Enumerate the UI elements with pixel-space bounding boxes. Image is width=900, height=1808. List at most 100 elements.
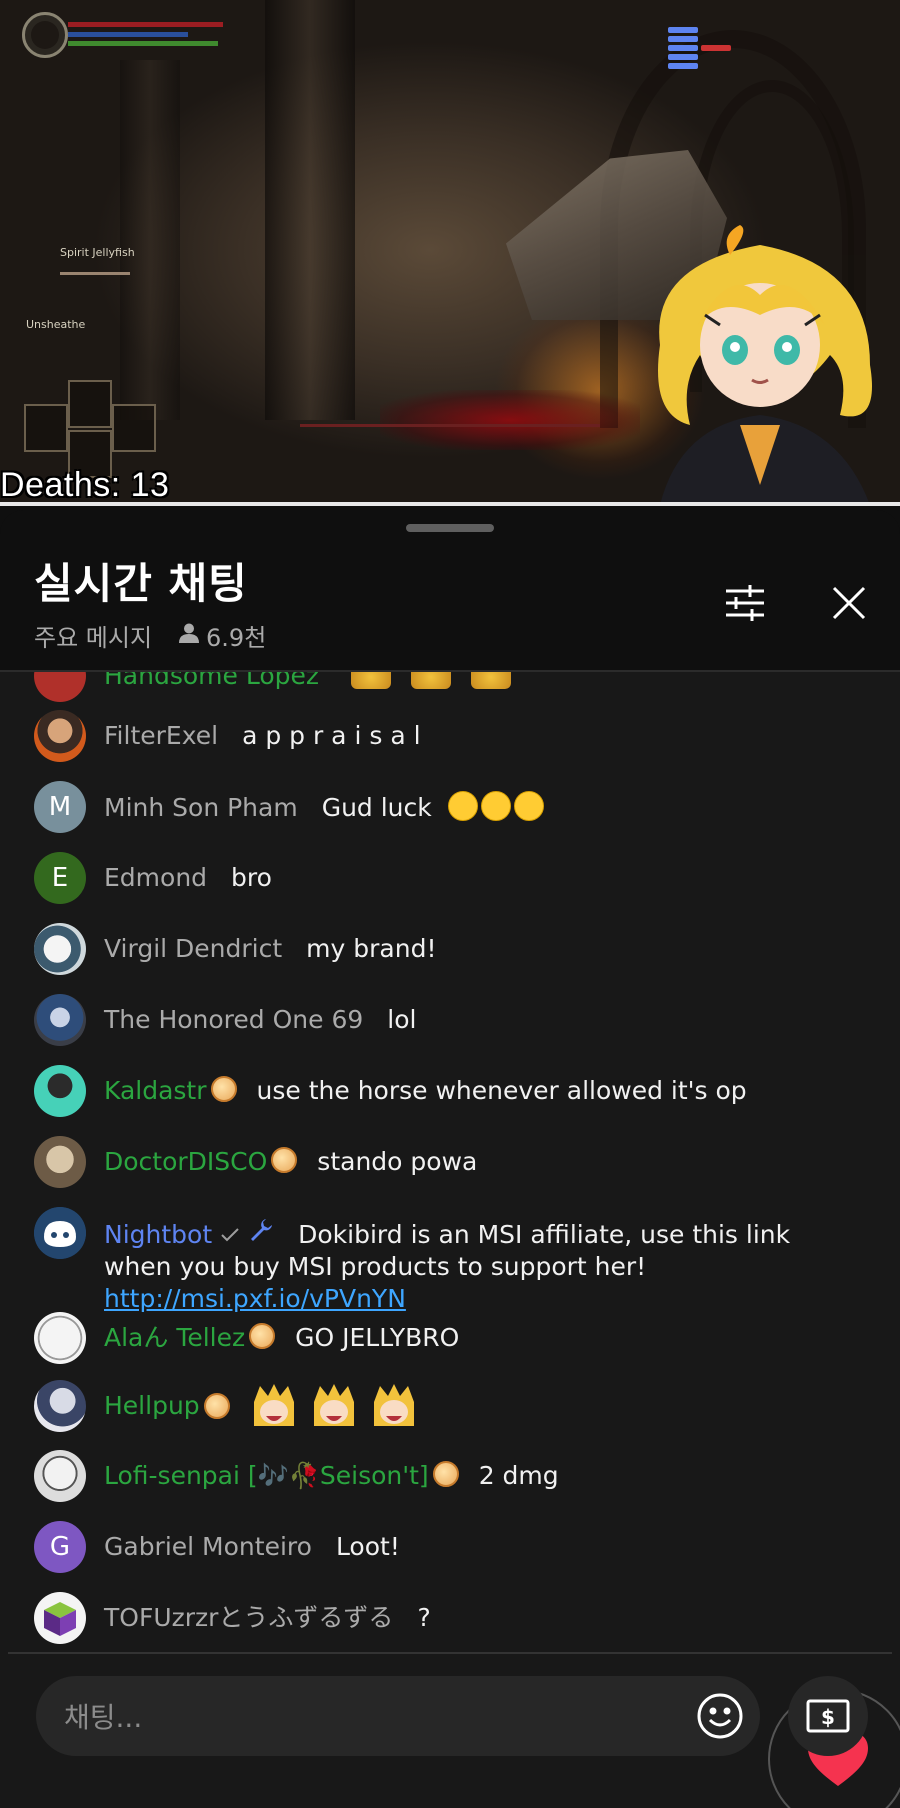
chat-message: Nightbot Dokibird is an MSI affiliate, us… — [34, 1207, 854, 1315]
chat-message: Hellpup — [34, 1380, 854, 1432]
author-name[interactable]: FilterExel — [104, 721, 218, 750]
avatar[interactable] — [34, 994, 86, 1046]
hud-health-bar — [68, 22, 223, 27]
author-name[interactable]: Gabriel Monteiro — [104, 1532, 312, 1561]
game-pillar — [120, 60, 180, 420]
cube-icon — [44, 1602, 76, 1636]
avatar[interactable] — [34, 1312, 86, 1364]
hud-portrait-icon — [22, 12, 68, 58]
emote-icon — [313, 1384, 354, 1426]
chat-input-container — [36, 1676, 760, 1756]
hud-stamina-bar — [68, 41, 218, 46]
vtuber-avatar — [658, 225, 872, 505]
chat-mode-selector[interactable]: 주요 메시지 — [34, 618, 152, 653]
input-divider — [8, 1652, 892, 1654]
message-text: 2 dmg — [478, 1461, 559, 1490]
avatar[interactable] — [34, 1065, 86, 1117]
close-icon[interactable] — [824, 578, 874, 628]
boss-health-bar — [300, 424, 600, 427]
avatar[interactable]: M — [34, 781, 86, 833]
hud-item-slot — [24, 404, 68, 452]
drag-handle[interactable] — [406, 524, 494, 532]
author-name[interactable]: DoctorDISCO — [104, 1147, 267, 1176]
emote-icon — [470, 672, 511, 689]
avatar[interactable] — [34, 1592, 86, 1644]
message-text: a p p r a i s a l — [242, 721, 421, 750]
message-text: bro — [231, 863, 272, 892]
chat-message-list[interactable]: Handsome Lopez FilterExel a p p r a i s a… — [0, 672, 900, 1808]
author-name[interactable]: Hellpup — [104, 1390, 200, 1422]
super-chat-button[interactable]: $ — [788, 1676, 868, 1756]
video-player[interactable]: Spirit Jellyfish Unsheathe Deaths: 13 — [0, 0, 900, 506]
hud-action-label: Unsheathe — [26, 318, 86, 331]
chat-message: Alaん Tellez GO JELLYBRO — [34, 1312, 854, 1364]
author-name[interactable]: Lofi-senpai [🎶🥀Seison't] — [104, 1461, 429, 1490]
super-chat-icon: $ — [806, 1699, 850, 1733]
member-badge-icon — [210, 1076, 237, 1102]
author-name[interactable]: Edmond — [104, 863, 207, 892]
game-blood — [380, 390, 640, 450]
chat-message: FilterExel a p p r a i s a l — [34, 710, 854, 762]
hud-item-label: Spirit Jellyfish — [60, 246, 135, 259]
chat-message: E Edmond bro — [34, 852, 854, 904]
verified-check-icon — [220, 1220, 240, 1249]
avatar[interactable] — [34, 1450, 86, 1502]
author-name[interactable]: Kaldastr — [104, 1076, 207, 1105]
emote-icon — [373, 1384, 414, 1426]
emote-icon — [350, 672, 391, 689]
avatar[interactable] — [34, 923, 86, 975]
chat-message: The Honored One 69 lol — [34, 994, 854, 1046]
member-badge-icon — [432, 1461, 459, 1487]
chat-message: TOFUzrzrとうふずるずる? — [34, 1592, 854, 1644]
chat-message: M Minh Son Pham Gud luck — [34, 781, 854, 833]
svg-text:$: $ — [821, 1705, 835, 1729]
avatar — [34, 672, 86, 702]
chat-subtitle-row: 주요 메시지 6.9천 — [34, 618, 266, 653]
avatar[interactable] — [34, 1380, 86, 1432]
chat-input[interactable] — [62, 1694, 646, 1740]
hud-item-bar — [60, 272, 130, 275]
author-name[interactable]: Handsome Lopez — [104, 672, 319, 690]
author-name[interactable]: TOFUzrzrとうふずるずる — [104, 1603, 393, 1632]
avatar[interactable] — [34, 1207, 86, 1259]
author-name[interactable]: Minh Son Pham — [104, 793, 298, 822]
author-name[interactable]: Alaん Tellez — [104, 1323, 245, 1352]
game-pillar — [265, 0, 355, 420]
chat-message: Lofi-senpai [🎶🥀Seison't] 2 dmg — [34, 1450, 854, 1502]
laughing-emoji-icon — [447, 791, 547, 822]
emote-icon — [253, 1384, 294, 1426]
author-name[interactable]: Nightbot — [104, 1220, 212, 1249]
viewer-count: 6.9천 — [206, 624, 267, 652]
chat-message: Virgil Dendrict my brand! — [34, 923, 854, 975]
message-text: Loot! — [335, 1532, 400, 1561]
message-link[interactable]: http://msi.pxf.io/vPVnYN — [104, 1284, 406, 1313]
nightbot-icon — [34, 1207, 86, 1259]
avatar[interactable] — [34, 1136, 86, 1188]
emote-icon — [410, 672, 451, 689]
message-text: stando powa — [317, 1147, 478, 1176]
message-text: ? — [417, 1603, 431, 1632]
avatar[interactable] — [34, 710, 86, 762]
hud-fp-bar — [68, 32, 188, 37]
message-text: lol — [387, 1005, 417, 1034]
video-progress-bar[interactable] — [0, 502, 900, 506]
message-text: Gud luck — [321, 793, 432, 822]
chat-message: Kaldastr use the horse whenever allowed i… — [34, 1065, 854, 1117]
hud-item-slot — [68, 380, 112, 428]
author-name[interactable]: The Honored One 69 — [104, 1005, 363, 1034]
author-name[interactable]: Virgil Dendrict — [104, 934, 282, 963]
chat-message: Handsome Lopez — [34, 672, 854, 702]
avatar[interactable]: G — [34, 1521, 86, 1573]
message-text: use the horse whenever allowed it's op — [256, 1076, 747, 1105]
filter-icon[interactable] — [720, 578, 770, 628]
avatar[interactable]: E — [34, 852, 86, 904]
stream-overlay-chat — [668, 2, 900, 71]
wrench-icon — [248, 1219, 274, 1249]
deaths-counter: Deaths: 13 — [0, 466, 170, 504]
emoji-icon[interactable] — [696, 1692, 744, 1740]
chat-message: DoctorDISCO stando powa — [34, 1136, 854, 1188]
member-badge-icon — [249, 1323, 276, 1349]
message-text: GO JELLYBRO — [295, 1323, 460, 1352]
hud-item-slot — [112, 404, 156, 452]
member-badge-icon — [271, 1147, 298, 1173]
